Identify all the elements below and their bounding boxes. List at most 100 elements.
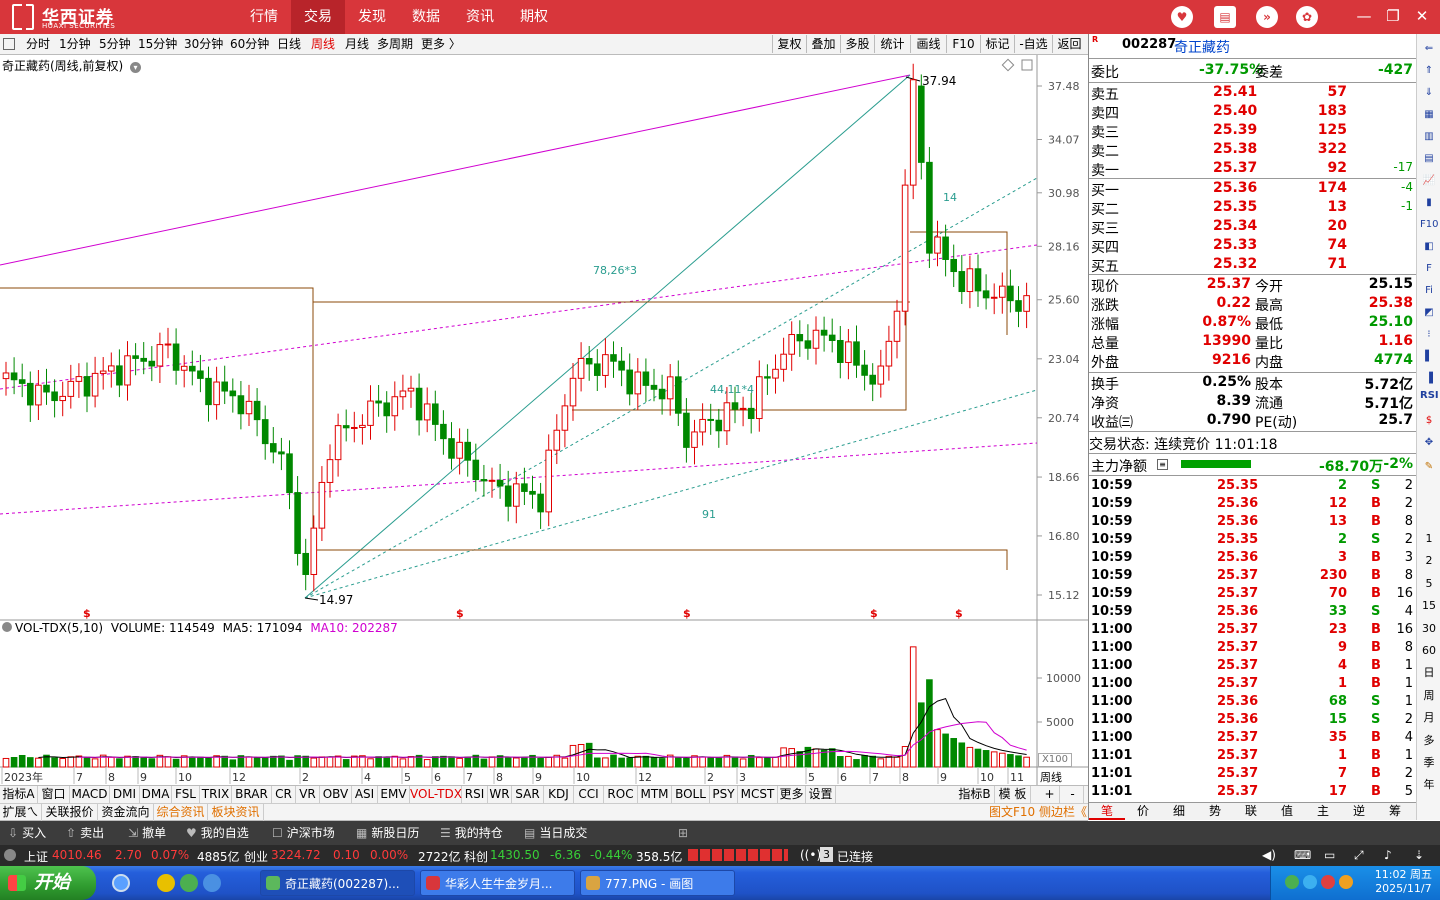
func-button-6[interactable]: ☰ 我的持仓 [440,821,503,845]
candle-body[interactable] [820,329,828,336]
candle-body[interactable] [108,365,115,372]
tray-icon[interactable] [1303,875,1317,889]
candle-body[interactable] [529,490,536,495]
chevron-down-icon[interactable] [2,622,12,632]
candle-body[interactable] [772,368,779,379]
candle-body[interactable] [683,412,690,448]
dots-icon[interactable]: ⁝ [1420,326,1438,344]
nav-tab-5[interactable]: 期权 [507,0,561,34]
candle-body[interactable] [861,364,868,376]
add-icon[interactable]: ⊞ [678,821,688,845]
indicator-tab-25[interactable]: 设置 [806,786,836,803]
candle-body[interactable] [75,376,83,382]
candle-body[interactable] [828,334,836,341]
candle-body[interactable] [626,369,634,395]
chart-tool-5[interactable]: F10 [946,35,980,53]
quote-tab-1[interactable]: 价 [1125,803,1161,820]
candle-body[interactable] [464,441,471,461]
candle-body[interactable] [440,423,447,440]
candle-body[interactable] [918,85,925,163]
candle-body[interactable] [43,384,50,393]
chevron-down-icon[interactable] [4,849,16,861]
indicator-tab-23[interactable]: MCST [738,786,778,803]
more-icon[interactable]: ⇣ [1414,848,1424,862]
candle-body[interactable] [691,431,698,448]
candle-body[interactable] [383,402,390,417]
indicator-right-2[interactable]: + [1040,786,1060,803]
info-tab-1[interactable]: 关联报价 [42,804,98,821]
period-shortcut[interactable]: 1 [1420,530,1438,548]
taskbar-window-2[interactable]: 777.PNG - 画图 [580,870,735,896]
quote-tab-0[interactable]: 笔 [1089,803,1125,820]
chart-tool-0[interactable]: 复权 [772,35,806,53]
indicator-tab-18[interactable]: CCI [574,786,604,803]
nav-tab-1[interactable]: 交易 [291,0,345,34]
taskbar-window-0[interactable]: 奇正藏药(002287)... [260,870,415,896]
candle-body[interactable] [966,268,974,293]
candle-body[interactable] [480,479,488,482]
tray-icon[interactable] [1285,875,1299,889]
candle-body[interactable] [415,387,423,421]
candle-body[interactable] [869,374,877,385]
period-shortcut[interactable]: 多 [1420,732,1438,750]
candle-body[interactable] [715,419,723,432]
cross-icon[interactable]: ✥ [1420,434,1438,452]
candle-body[interactable] [18,379,26,384]
period-3[interactable]: 15分钟 [138,36,177,53]
candle-body[interactable] [270,443,277,453]
candle-body[interactable] [837,339,844,363]
candle-body[interactable] [318,481,326,529]
candle-body[interactable] [164,343,172,346]
candle-body[interactable] [569,377,577,407]
candle-body[interactable] [666,376,674,400]
calculator-icon[interactable]: ▤ [1214,6,1236,28]
period-6[interactable]: 日线 [277,36,301,53]
period-2[interactable]: 5分钟 [99,36,131,53]
candle-body[interactable] [27,382,34,406]
period-8[interactable]: 月线 [345,36,369,53]
candle-body[interactable] [286,453,293,494]
candle-body[interactable] [472,459,480,481]
period-shortcut[interactable]: 月 [1420,709,1438,727]
speaker-icon[interactable]: ◀) [1262,848,1276,862]
candle-body[interactable] [310,527,318,575]
candle-body[interactable] [893,310,901,342]
candle-body[interactable] [602,354,609,376]
candle-body[interactable] [780,353,787,370]
candle-body[interactable] [675,376,682,414]
indicator-tab-21[interactable]: BOLL [672,786,710,803]
info-tab-2[interactable]: 资金流向 [98,804,154,821]
candle-body[interactable] [561,405,569,431]
quicklaunch-icon[interactable] [180,874,198,892]
fan-line-3[interactable] [304,389,1038,599]
candle-body[interactable] [877,365,885,385]
chevron-down-icon[interactable]: ▾ [130,62,142,73]
candle-body[interactable] [10,372,18,381]
info-tab-4[interactable]: 板块资讯 [208,804,264,821]
nav-tab-2[interactable]: 发现 [345,0,399,34]
candle-body[interactable] [59,395,67,402]
candle-body[interactable] [513,483,520,507]
candle-body[interactable] [391,396,399,417]
start-button[interactable]: 开始 [0,866,96,900]
candle-body[interactable] [990,296,998,299]
period-shortcut[interactable]: 年 [1420,776,1438,794]
taskbar-window-1[interactable]: 华彩人生牛金岁月... [420,870,575,896]
candle-body[interactable] [261,419,269,445]
candle-body[interactable] [456,441,463,459]
candle-body[interactable] [950,258,958,273]
panel-toggle-icon[interactable] [3,38,15,50]
candle-body[interactable] [448,438,455,459]
candle-body[interactable] [35,384,42,406]
period-7[interactable]: 周线 [311,36,335,53]
candle-body[interactable] [845,341,852,363]
candle-body[interactable] [132,355,139,359]
candle-body[interactable] [359,424,366,428]
clock[interactable]: 11:02 周五 2025/11/7 [1375,868,1432,896]
chart-tool-3[interactable]: 统计 [874,35,910,53]
dividend-marker[interactable]: $ [683,607,691,620]
candle-body[interactable] [172,343,180,371]
dividend-marker[interactable]: $ [456,607,464,620]
quote-tab-5[interactable]: 值 [1269,803,1305,820]
candle-body[interactable] [747,407,755,420]
